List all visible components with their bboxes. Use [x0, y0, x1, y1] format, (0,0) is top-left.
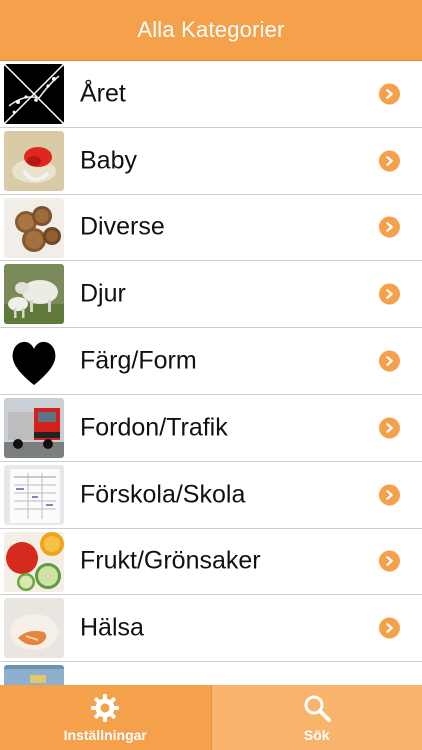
chevron-right-icon [379, 283, 400, 305]
tab-search-label: Sök [303, 726, 330, 743]
fruit-vegetables-icon [4, 531, 64, 592]
seasons-branch-icon [4, 64, 64, 124]
category-row-partial[interactable] [0, 662, 422, 685]
category-label: Färg/Form [80, 346, 197, 375]
chevron-right-icon [379, 484, 400, 506]
category-list[interactable]: Året Baby Diverse Djur Färg/Form Fordon/… [0, 61, 422, 685]
category-row-aret[interactable]: Året [0, 61, 422, 128]
category-label: Fordon/Trafik [80, 413, 228, 442]
tab-settings[interactable]: Inställningar [0, 685, 212, 750]
category-row-baby[interactable]: Baby [0, 127, 422, 195]
chevron-right-icon [379, 216, 400, 238]
coins-icon [4, 197, 64, 258]
category-row-farg-form[interactable]: Färg/Form [0, 328, 422, 395]
nav-bar: Alla Kategorier [0, 0, 422, 61]
category-row-forskola-skola[interactable]: Förskola/Skola [0, 461, 422, 529]
chevron-right-icon [379, 550, 400, 572]
chevron-right-icon [379, 417, 400, 439]
schedule-paper-icon [4, 464, 64, 525]
building-icon [4, 665, 64, 685]
chevron-right-icon [379, 617, 400, 639]
chevron-right-icon [379, 350, 400, 372]
category-row-frukt-gronsaker[interactable]: Frukt/Grönsaker [0, 528, 422, 596]
pacifier-icon [4, 130, 64, 191]
category-row-halsa[interactable]: Hälsa [0, 595, 422, 663]
chevron-right-icon [379, 83, 400, 105]
tab-search[interactable]: Sök [211, 685, 422, 750]
category-row-djur[interactable]: Djur [0, 261, 422, 329]
tab-bar: Inställningar Sök [0, 685, 422, 750]
category-label: Baby [80, 146, 137, 175]
bandaged-hand-icon [4, 598, 64, 659]
category-row-fordon-trafik[interactable]: Fordon/Trafik [0, 394, 422, 462]
magnifier-icon [302, 693, 332, 723]
category-label: Hälsa [80, 613, 144, 642]
category-label: Djur [80, 279, 126, 308]
category-row-diverse[interactable]: Diverse [0, 194, 422, 262]
category-label: Året [80, 79, 126, 108]
category-label: Frukt/Grönsaker [80, 546, 261, 575]
chevron-right-icon [379, 150, 400, 172]
sheep-icon [4, 264, 64, 325]
tab-settings-label: Inställningar [63, 726, 147, 743]
category-label: Diverse [80, 212, 165, 241]
category-label: Förskola/Skola [80, 480, 246, 509]
truck-icon [4, 397, 64, 458]
page-title: Alla Kategorier [137, 17, 285, 42]
heart-icon [4, 331, 64, 392]
gear-icon [90, 693, 120, 723]
